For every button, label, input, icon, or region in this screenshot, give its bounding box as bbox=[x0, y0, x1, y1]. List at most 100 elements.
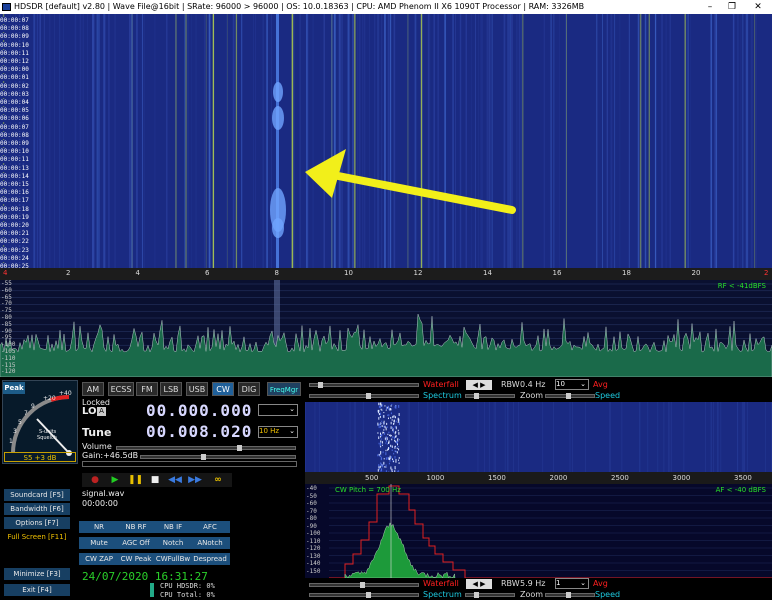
waterfall-contrast-slider[interactable] bbox=[309, 382, 419, 388]
mode-dig-button[interactable]: DIG bbox=[238, 382, 260, 396]
zoom-signal-speck bbox=[388, 457, 390, 460]
zoom-signal-speck bbox=[389, 447, 391, 449]
frequency-axis[interactable]: 4 2 2 4 6 8 10 12 14 16 18 20 bbox=[0, 268, 772, 280]
zoom-signal-speck bbox=[387, 433, 389, 435]
slider-knob[interactable] bbox=[318, 382, 323, 388]
mode-lsb-button[interactable]: LSB bbox=[160, 382, 182, 396]
maximize-window-button[interactable]: ❐ bbox=[722, 0, 742, 14]
waterfall-streak bbox=[98, 14, 100, 268]
loop-icon[interactable]: ∞ bbox=[208, 474, 228, 486]
nb-rf-button[interactable]: NB RF bbox=[116, 521, 156, 533]
minimize-button[interactable]: Minimize [F3] bbox=[4, 568, 70, 580]
close-window-button[interactable]: ✕ bbox=[748, 0, 768, 14]
avg-dropdown[interactable]: 10 ⌄ bbox=[555, 379, 589, 390]
gain-slider[interactable] bbox=[140, 454, 296, 460]
zoom-streak bbox=[349, 402, 351, 472]
volume-slider[interactable] bbox=[116, 445, 296, 451]
zoom-signal-speck bbox=[396, 451, 398, 454]
af-zoom-arrows-icon[interactable]: ◀ ▶ bbox=[466, 579, 492, 589]
zoom-streak bbox=[720, 402, 722, 472]
waterfall-timestamp: 00:00:10 bbox=[0, 41, 29, 49]
soundcard-button[interactable]: Soundcard [F5] bbox=[4, 489, 70, 501]
minimize-window-button[interactable]: – bbox=[700, 0, 720, 14]
af-spectrum-slider[interactable] bbox=[309, 592, 419, 598]
record-icon[interactable]: ● bbox=[88, 474, 102, 486]
mode-am-button[interactable]: AM bbox=[82, 382, 104, 396]
mode-fm-button[interactable]: FM bbox=[136, 382, 158, 396]
zoom-streak bbox=[609, 402, 610, 472]
af-spectrum[interactable]: CW Pitch = 700 Hz AF < -40 dBFS -40 -50 -6… bbox=[305, 484, 772, 578]
slider-knob[interactable] bbox=[566, 393, 571, 399]
anotch-button[interactable]: ANotch bbox=[190, 537, 230, 549]
chevron-down-icon: ⌄ bbox=[580, 579, 586, 587]
bandwidth-button[interactable]: Bandwidth [F6] bbox=[4, 503, 70, 515]
zoom-waterfall[interactable] bbox=[305, 402, 772, 472]
af-db-label: -90 bbox=[306, 522, 317, 530]
mode-cw-button[interactable]: CW bbox=[212, 382, 234, 396]
af-avg-dropdown[interactable]: 1 ⌄ bbox=[555, 578, 589, 589]
cw-zap-button[interactable]: CW ZAP bbox=[79, 553, 119, 565]
mode-ecss-button[interactable]: ECSS bbox=[108, 382, 134, 396]
zoom-signal-speck bbox=[390, 421, 392, 425]
af-speed-slider[interactable] bbox=[545, 592, 595, 598]
options-button[interactable]: Options [F7] bbox=[4, 517, 70, 529]
waterfall-streak bbox=[459, 14, 462, 268]
despread-button[interactable]: Despread bbox=[190, 553, 230, 565]
zoom-slider[interactable] bbox=[465, 393, 515, 399]
play-icon[interactable]: ▶ bbox=[108, 474, 122, 486]
main-spectrum[interactable] bbox=[0, 280, 772, 377]
lo-step-dropdown[interactable]: ⌄ bbox=[258, 404, 298, 416]
peak-button[interactable]: Peak bbox=[3, 382, 25, 394]
fast-forward-icon[interactable]: ▶▶ bbox=[188, 474, 202, 486]
right-range-marker[interactable]: 2 bbox=[764, 269, 768, 277]
nr-button[interactable]: NR bbox=[79, 521, 119, 533]
zoom-streak bbox=[647, 402, 649, 472]
af-waterfall-slider[interactable] bbox=[309, 582, 419, 588]
full-screen-button[interactable]: Full Screen [F11] bbox=[4, 531, 70, 543]
slider-knob[interactable] bbox=[366, 393, 371, 399]
gain-slider-knob[interactable] bbox=[201, 454, 206, 460]
af-zoom-slider[interactable] bbox=[465, 592, 515, 598]
zoom-signal-speck bbox=[392, 429, 394, 432]
mode-usb-button[interactable]: USB bbox=[186, 382, 208, 396]
slider-knob[interactable] bbox=[366, 592, 371, 598]
title-bar: HDSDR [default] v2.80 | Wave File@16bit … bbox=[0, 0, 772, 14]
freq-tick-label: 4 bbox=[135, 269, 140, 277]
tune-step-dropdown[interactable]: 10 Hz ⌄ bbox=[258, 426, 298, 438]
af-zoom-label: Zoom bbox=[520, 590, 544, 599]
agc-off-button[interactable]: AGC Off bbox=[116, 537, 156, 549]
nb-if-button[interactable]: NB IF bbox=[153, 521, 193, 533]
slider-knob[interactable] bbox=[360, 582, 365, 588]
freqmgr-button[interactable]: FreqMgr bbox=[267, 382, 301, 396]
notch-button[interactable]: Notch bbox=[153, 537, 193, 549]
waterfall-streak bbox=[293, 14, 295, 268]
exit-button[interactable]: Exit [F4] bbox=[4, 584, 70, 596]
slider-knob[interactable] bbox=[474, 393, 479, 399]
cwfullbw-button[interactable]: CWFullBw bbox=[153, 553, 193, 565]
rewind-icon[interactable]: ◀◀ bbox=[168, 474, 182, 486]
lo-frequency-display[interactable]: 00.000.000 bbox=[146, 401, 252, 420]
speed-slider[interactable] bbox=[545, 393, 595, 399]
waterfall-streak bbox=[92, 14, 94, 268]
left-range-marker[interactable]: 4 bbox=[3, 269, 7, 277]
waterfall-streak bbox=[357, 14, 359, 268]
mute-button[interactable]: Mute bbox=[79, 537, 119, 549]
volume-slider-knob[interactable] bbox=[237, 445, 242, 451]
slider-knob[interactable] bbox=[474, 592, 479, 598]
stop-icon[interactable]: ■ bbox=[148, 474, 162, 486]
zoom-signal-speck bbox=[380, 434, 382, 437]
zoom-signal-speck bbox=[393, 420, 395, 422]
af-db-scale: -40 -50 -60 -70 -80 -90 -100 -110 -120 -130 -140 -1… bbox=[306, 484, 330, 578]
lo-badge[interactable]: A bbox=[97, 407, 106, 416]
tune-frequency-display[interactable]: 00.008.020 bbox=[146, 422, 252, 441]
zoom-streak bbox=[362, 402, 364, 472]
chevron-down-icon: ⌄ bbox=[289, 427, 295, 435]
zoom-streak bbox=[744, 402, 746, 472]
zoom-arrows-icon[interactable]: ◀ ▶ bbox=[466, 380, 492, 390]
pause-icon[interactable]: ❚❚ bbox=[128, 474, 143, 486]
slider-knob[interactable] bbox=[566, 592, 571, 598]
spectrum-contrast-slider[interactable] bbox=[309, 393, 419, 399]
main-waterfall[interactable] bbox=[0, 14, 772, 268]
afc-button[interactable]: AFC bbox=[190, 521, 230, 533]
cw-peak-button[interactable]: CW Peak bbox=[116, 553, 156, 565]
